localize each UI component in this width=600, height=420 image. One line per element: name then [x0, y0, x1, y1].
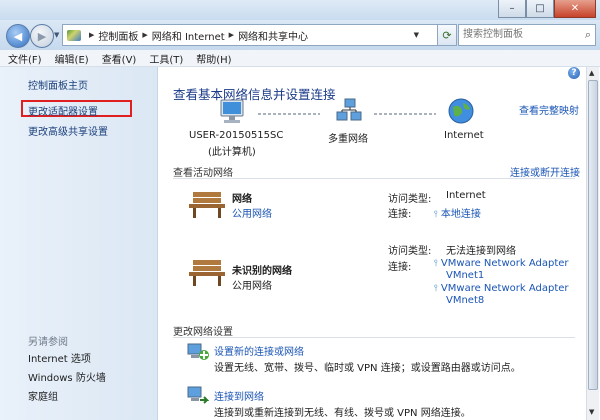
forward-button[interactable]: ▶ [30, 24, 54, 48]
divider [173, 337, 575, 338]
ethernet-icon: ⫯ [434, 284, 438, 294]
vmnet8-adapter-link[interactable]: ⫯ VMware Network Adapter [434, 283, 569, 294]
see-also-windows-firewall[interactable]: Windows 防火墙 [28, 369, 106, 384]
new-connection-icon [187, 343, 209, 360]
refresh-button[interactable]: ⟳ [437, 24, 457, 46]
search-box[interactable]: ⌕ [458, 24, 596, 46]
active-networks-heading: 查看活动网络 [173, 168, 233, 179]
breadcrumb-control-panel[interactable]: 控制面板 [98, 28, 138, 43]
connect-to-network-desc: 连接到或重新连接到无线、有线、拨号或 VPN 网络连接。 [214, 408, 471, 419]
network-sharing-center-window: – □ ✕ ◀ ▶ ▼ ▶ 控制面板 ▶ 网络和 Internet ▶ 网络和共… [0, 0, 600, 420]
history-dropdown-icon[interactable]: ▼ [54, 31, 59, 39]
network-2-type: 公用网络 [232, 281, 272, 292]
network-1-access-value: Internet [446, 190, 486, 201]
local-connection-link[interactable]: ⫯ 本地连接 [434, 205, 481, 220]
map-connector [374, 113, 436, 115]
vmnet8-name[interactable]: VMnet8 [446, 295, 484, 306]
ethernet-icon: ⫯ [434, 259, 438, 269]
sidebar-change-adapter-link[interactable]: 更改适配器设置 [28, 103, 98, 118]
refresh-icon: ⟳ [442, 28, 452, 42]
sidebar-home-link[interactable]: 控制面板主页 [28, 77, 88, 92]
minimize-button[interactable]: – [498, 0, 526, 18]
network-2-name: 未识别的网络 [232, 266, 292, 277]
see-also-homegroup[interactable]: 家庭组 [28, 388, 58, 403]
globe-icon [448, 98, 474, 124]
menu-help[interactable]: 帮助(H) [188, 51, 236, 66]
connect-network-icon [187, 386, 209, 404]
change-settings-heading: 更改网络设置 [173, 327, 233, 338]
vmnet1-name[interactable]: VMnet1 [446, 270, 484, 281]
help-icon[interactable]: ? [568, 67, 580, 79]
breadcrumb-network-internet[interactable]: 网络和 Internet [152, 28, 225, 43]
setup-new-connection-desc: 设置无线、宽带、拨号、临时或 VPN 连接；或设置路由器或访问点。 [214, 363, 521, 374]
chevron-right-icon[interactable]: ▶ [89, 31, 94, 39]
map-connector [258, 113, 320, 115]
title-bar[interactable]: – □ ✕ [0, 0, 600, 20]
search-input[interactable] [459, 25, 577, 43]
bench-icon [189, 192, 225, 218]
network-1-connections-label: 连接: [388, 209, 412, 220]
address-toolbar: ◀ ▶ ▼ ▶ 控制面板 ▶ 网络和 Internet ▶ 网络和共享中心 ▼ … [0, 20, 600, 50]
connect-disconnect-link[interactable]: 连接或断开连接 [510, 164, 580, 179]
menu-edit[interactable]: 编辑(E) [47, 51, 94, 66]
see-also-heading: 另请参阅 [28, 337, 68, 348]
network-1-name: 网络 [232, 194, 252, 205]
network-2-access-value: 无法连接到网络 [446, 246, 516, 257]
chevron-right-icon[interactable]: ▶ [142, 31, 147, 39]
menu-view[interactable]: 查看(V) [94, 51, 142, 66]
page-title: 查看基本网络信息并设置连接 [173, 87, 336, 102]
setup-new-connection-link[interactable]: 设置新的连接或网络 [214, 343, 304, 358]
menu-file[interactable]: 文件(F) [0, 51, 47, 66]
address-dropdown-icon[interactable]: ▼ [414, 31, 419, 39]
menu-tools[interactable]: 工具(T) [141, 51, 188, 66]
network-1-access-label: 访问类型: [388, 194, 432, 205]
back-button[interactable]: ◀ [6, 24, 30, 48]
connect-to-network-link[interactable]: 连接到网络 [214, 388, 264, 403]
arrow-left-icon: ◀ [13, 29, 23, 43]
network-2-connections-label: 连接: [388, 262, 412, 273]
scroll-up-icon[interactable]: ▲ [589, 69, 594, 77]
computer-subtitle: (此计算机) [208, 147, 256, 158]
chevron-right-icon[interactable]: ▶ [229, 31, 234, 39]
multiple-networks-icon [336, 98, 362, 121]
close-button[interactable]: ✕ [554, 0, 596, 18]
search-icon[interactable]: ⌕ [585, 28, 591, 42]
vmnet1-adapter-link[interactable]: ⫯ VMware Network Adapter [434, 258, 569, 269]
arrow-right-icon: ▶ [37, 29, 47, 43]
see-also-internet-options[interactable]: Internet 选项 [28, 350, 91, 365]
network-2-access-label: 访问类型: [388, 246, 432, 257]
internet-label: Internet [444, 130, 484, 141]
multiple-networks-label: 多重网络 [328, 134, 368, 145]
breadcrumb-network-sharing-center[interactable]: 网络和共享中心 [238, 28, 308, 43]
computer-icon [220, 99, 244, 123]
control-panel-icon [67, 29, 81, 41]
network-1-type-link[interactable]: 公用网络 [232, 205, 272, 220]
maximize-button[interactable]: □ [526, 0, 554, 18]
scrollbar-thumb[interactable] [588, 80, 598, 390]
scroll-down-icon[interactable]: ▼ [589, 408, 594, 416]
computer-name: USER-20150515SC [189, 130, 284, 141]
sidebar [0, 67, 158, 420]
address-bar[interactable]: ▶ 控制面板 ▶ 网络和 Internet ▶ 网络和共享中心 ▼ [62, 24, 438, 46]
bench-icon [189, 260, 225, 286]
sidebar-advanced-sharing-link[interactable]: 更改高级共享设置 [28, 123, 108, 138]
view-full-map-link[interactable]: 查看完整映射 [519, 102, 579, 117]
ethernet-icon: ⫯ [434, 210, 438, 220]
window-controls: – □ ✕ [498, 0, 596, 18]
divider [173, 178, 575, 179]
vertical-scrollbar[interactable]: ▲ ▼ [586, 67, 599, 420]
menu-bar: 文件(F) 编辑(E) 查看(V) 工具(T) 帮助(H) [0, 50, 600, 67]
